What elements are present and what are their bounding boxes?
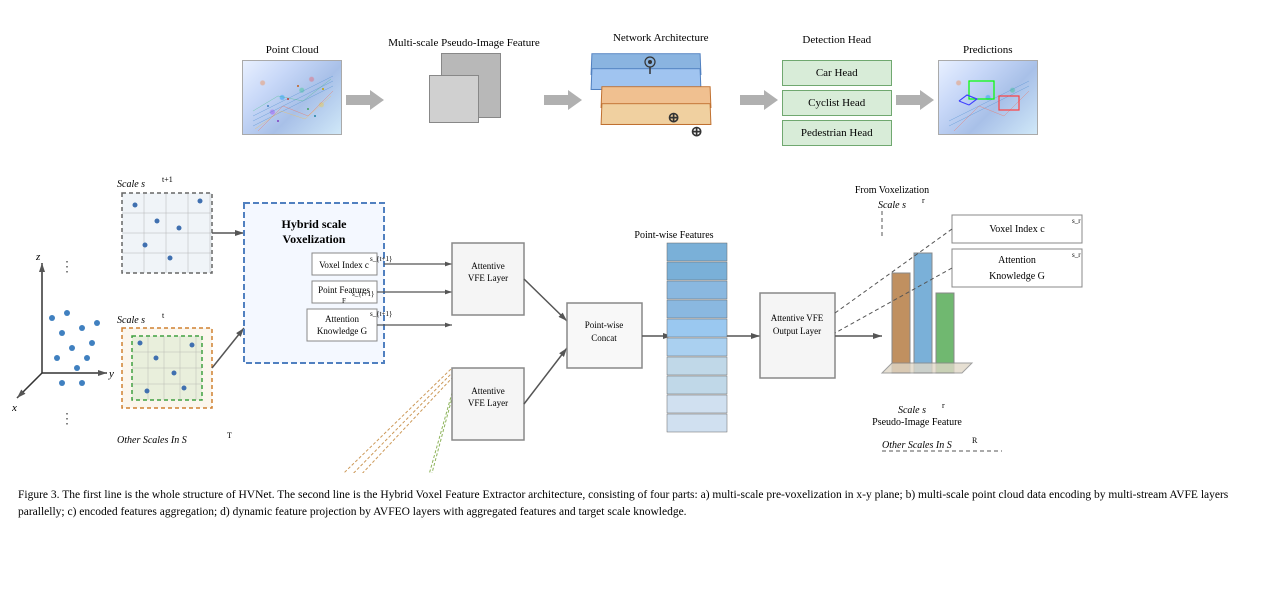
svg-text:Hybrid scale: Hybrid scale xyxy=(282,217,348,231)
svg-text:Scale s: Scale s xyxy=(878,200,906,211)
svg-text:s_{t+1}: s_{t+1} xyxy=(370,310,392,318)
cyclist-head-box: Cyclist Head xyxy=(782,90,892,116)
diagram-svg: z y x ⋮ ⋮ xyxy=(12,173,1268,473)
svg-text:s_r: s_r xyxy=(1072,217,1081,225)
svg-text:Scale s: Scale s xyxy=(898,405,926,416)
predictions-image xyxy=(938,60,1038,135)
svg-text:Attentive: Attentive xyxy=(471,386,505,396)
pseudo-image-label: Multi-scale Pseudo-Image Feature xyxy=(388,37,540,49)
svg-text:r: r xyxy=(922,196,925,205)
arrow2 xyxy=(544,85,582,115)
detection-head-section: Detection Head Car Head Cyclist Head Ped… xyxy=(782,34,892,146)
svg-text:z: z xyxy=(35,251,41,263)
svg-text:Knowledge G: Knowledge G xyxy=(317,326,368,336)
svg-text:s_r: s_r xyxy=(1072,251,1081,259)
detection-head-boxes: Car Head Cyclist Head Pedestrian Head xyxy=(782,60,892,146)
svg-text:t: t xyxy=(162,311,165,320)
point-cloud-section: Point Cloud xyxy=(242,44,342,135)
svg-text:Attentive VFE: Attentive VFE xyxy=(771,313,824,323)
svg-text:Scale s: Scale s xyxy=(117,179,145,190)
svg-text:Output Layer: Output Layer xyxy=(773,326,821,336)
svg-text:Knowledge G: Knowledge G xyxy=(989,271,1045,282)
svg-text:x: x xyxy=(12,402,17,414)
svg-text:Other Scales In S: Other Scales In S xyxy=(117,435,187,446)
svg-text:Point-wise Features: Point-wise Features xyxy=(634,230,713,241)
svg-text:Attention: Attention xyxy=(325,314,359,324)
svg-text:s_{t+1}: s_{t+1} xyxy=(352,290,374,298)
point-cloud-label: Point Cloud xyxy=(266,44,319,56)
svg-text:T: T xyxy=(227,431,232,440)
main-container: Point Cloud xyxy=(0,0,1280,595)
svg-text:Voxel Index c: Voxel Index c xyxy=(319,260,369,270)
svg-text:VFE Layer: VFE Layer xyxy=(468,398,508,408)
caption: Figure 3. The first line is the whole st… xyxy=(18,487,1262,522)
arrow4 xyxy=(896,85,934,115)
svg-text:Point-wise: Point-wise xyxy=(585,320,624,330)
svg-text:r: r xyxy=(942,401,945,410)
svg-text:Other Scales In S: Other Scales In S xyxy=(882,440,952,451)
pseudo-image-section: Multi-scale Pseudo-Image Feature xyxy=(388,37,540,143)
point-cloud-image xyxy=(242,60,342,135)
svg-text:Voxel Index c: Voxel Index c xyxy=(989,224,1045,235)
network-arch-label: Network Architecture xyxy=(613,32,709,44)
predictions-label: Predictions xyxy=(963,44,1013,56)
predictions-section: Predictions xyxy=(938,44,1038,135)
arrow1 xyxy=(346,85,384,115)
svg-text:Attentive: Attentive xyxy=(471,261,505,271)
svg-text:Pseudo-Image Feature: Pseudo-Image Feature xyxy=(872,417,962,428)
svg-text:Attention: Attention xyxy=(998,255,1036,266)
svg-text:Concat: Concat xyxy=(591,333,617,343)
car-head-box: Car Head xyxy=(782,60,892,86)
svg-text:VFE Layer: VFE Layer xyxy=(468,273,508,283)
svg-text:From Voxelization: From Voxelization xyxy=(855,185,929,196)
svg-text:Voxelization: Voxelization xyxy=(283,232,346,246)
diagram-area: z y x ⋮ ⋮ xyxy=(12,173,1268,483)
arrow3 xyxy=(740,85,778,115)
svg-text:y: y xyxy=(108,368,114,380)
pedestrian-head-box: Pedestrian Head xyxy=(782,120,892,146)
svg-text:F: F xyxy=(342,297,346,305)
detection-head-label: Detection Head xyxy=(802,34,871,46)
svg-text:⋮: ⋮ xyxy=(60,412,74,427)
svg-text:t+1: t+1 xyxy=(162,175,173,184)
svg-text:⋮: ⋮ xyxy=(60,260,74,275)
svg-text:Scale s: Scale s xyxy=(117,315,145,326)
svg-text:s_{t+1}: s_{t+1} xyxy=(370,255,392,263)
svg-text:R: R xyxy=(972,436,978,445)
top-row: Point Cloud xyxy=(12,12,1268,167)
network-arch-section: Network Architecture ⊕ ⊕ xyxy=(586,32,736,148)
